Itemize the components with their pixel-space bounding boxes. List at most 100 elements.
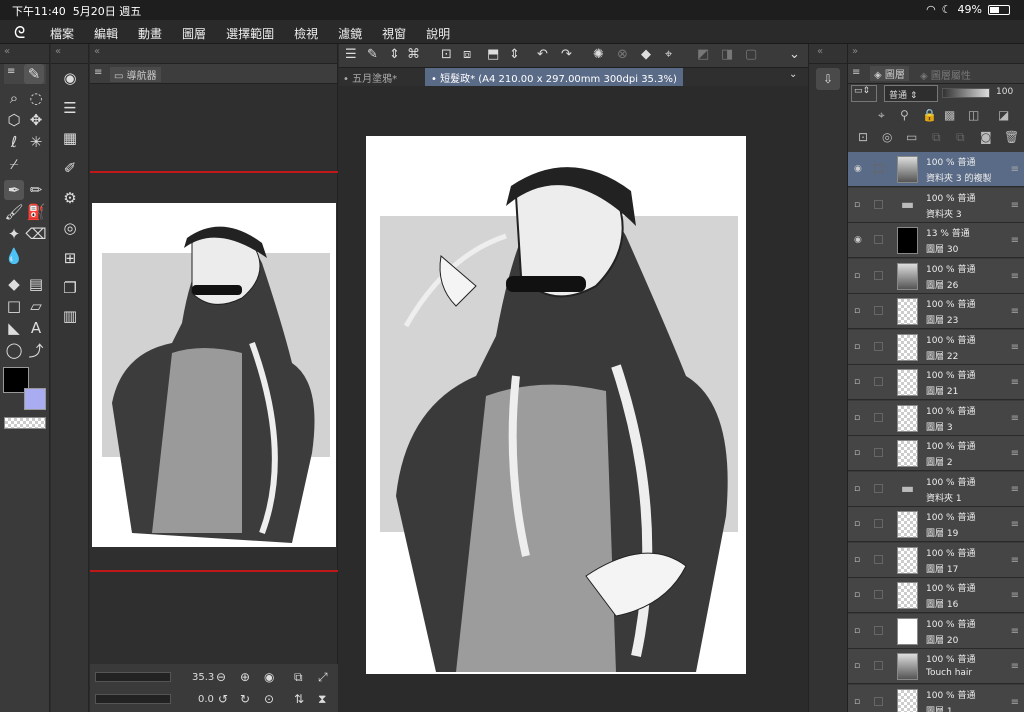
- layer-row[interactable]: ▫ 100 % 普通 圖層 21 ≡: [848, 365, 1024, 400]
- layer-lock-checkbox[interactable]: [874, 696, 883, 706]
- tab-2[interactable]: • 短髮政* (A4 210.00 x 297.00mm 300dpi 35.3…: [425, 68, 683, 86]
- blend-icon[interactable]: 💧: [4, 246, 24, 266]
- hidden-toggle[interactable]: ▫: [854, 626, 865, 637]
- layer-lock-checkbox[interactable]: [874, 412, 883, 422]
- clear-icon[interactable]: ⊗: [617, 47, 628, 62]
- move-tool-icon[interactable]: ✥: [26, 110, 46, 130]
- layer-menu-icon[interactable]: ≡: [1011, 448, 1019, 459]
- hidden-toggle[interactable]: ▫: [854, 555, 865, 566]
- flip-horizontal-icon[interactable]: ⧉: [294, 670, 303, 685]
- loading-icon[interactable]: ✺: [593, 47, 604, 62]
- layer-menu-icon[interactable]: ≡: [1011, 164, 1019, 175]
- hidden-toggle[interactable]: ▫: [854, 271, 865, 282]
- animation-icon[interactable]: ▥: [60, 306, 80, 326]
- navigator-preview[interactable]: [92, 203, 336, 547]
- lasso-tool-icon[interactable]: ℓ: [4, 132, 24, 152]
- hidden-toggle[interactable]: ▫: [854, 590, 865, 601]
- trash-icon[interactable]: 🗑: [1004, 130, 1019, 144]
- tab-1[interactable]: • 五月塗鴉*: [343, 70, 397, 85]
- layer-lock-checkbox[interactable]: [874, 164, 883, 173]
- transparent-color-swatch[interactable]: [4, 417, 46, 429]
- tab-layer[interactable]: ◈ 圖層: [870, 66, 909, 81]
- zoom-slider[interactable]: [95, 672, 171, 682]
- gradient-icon[interactable]: ▤: [26, 274, 46, 294]
- layer-row[interactable]: ▫ 100 % 普通 圖層 2 ≡: [848, 436, 1024, 471]
- layer-lock-checkbox[interactable]: [874, 661, 883, 670]
- lock-layer-icon[interactable]: ⌖: [878, 108, 885, 123]
- flip-vertical-icon[interactable]: ⇅: [294, 692, 304, 706]
- text-tool-icon[interactable]: A: [26, 318, 46, 338]
- brush-icon[interactable]: 🖌: [4, 202, 24, 222]
- zoom-tool-icon[interactable]: ⌕: [4, 88, 24, 108]
- lock-icon[interactable]: 🔒: [922, 108, 937, 122]
- layer-menu-icon[interactable]: ≡: [1011, 590, 1019, 601]
- ruler-icon[interactable]: ◣: [4, 318, 24, 338]
- layer-lock-checkbox[interactable]: [874, 590, 883, 599]
- material-icon[interactable]: ▦: [60, 128, 80, 148]
- layer-menu-icon[interactable]: ≡: [1011, 235, 1019, 246]
- layer-row[interactable]: ◉ 100 % 普通 資料夾 3 的複製 ≡: [848, 152, 1024, 187]
- new-file-icon[interactable]: ✎: [367, 47, 378, 62]
- menu-icon[interactable]: ≡: [852, 67, 860, 78]
- menu-item[interactable]: 檔案: [50, 25, 74, 42]
- flip-icon[interactable]: ⧗: [318, 692, 326, 707]
- open-folder-icon[interactable]: ⧈: [463, 47, 471, 62]
- layer-menu-icon[interactable]: ≡: [1011, 519, 1019, 530]
- reference-icon[interactable]: ⚲: [900, 108, 909, 122]
- layer-menu-icon[interactable]: ≡: [1011, 626, 1019, 637]
- eyedropper-icon[interactable]: ⌿: [4, 154, 24, 174]
- layer-lock-checkbox[interactable]: [874, 341, 883, 351]
- layer-lock-checkbox[interactable]: [874, 625, 883, 635]
- menu-item[interactable]: 說明: [426, 25, 450, 42]
- layer-row[interactable]: ▫ 100 % 普通 圖層 1 ≡: [848, 684, 1024, 712]
- zoom-in-icon[interactable]: ⊕: [240, 670, 250, 684]
- history-icon[interactable]: ❐: [60, 278, 80, 298]
- layer-row[interactable]: ▫ 100 % 普通 圖層 3 ≡: [848, 400, 1024, 436]
- layer-row[interactable]: ▫ 100 % 普通 圖層 20 ≡: [848, 613, 1024, 649]
- menu-item[interactable]: 檢視: [294, 25, 318, 42]
- layer-lock-checkbox[interactable]: [874, 519, 883, 528]
- mask-icon[interactable]: ◫: [968, 108, 979, 122]
- layer-lock-checkbox[interactable]: [874, 199, 883, 209]
- hidden-toggle[interactable]: ▫: [854, 519, 865, 530]
- zoom-out-icon[interactable]: ⊖: [216, 670, 226, 684]
- layer-lock-checkbox[interactable]: [874, 554, 883, 564]
- balloon-icon[interactable]: ◯: [4, 340, 24, 360]
- hamburger-icon[interactable]: ☰: [345, 47, 357, 62]
- grid-icon[interactable]: ◨: [721, 47, 733, 62]
- layer-row[interactable]: ▫ ▬ 100 % 普通 資料夾 1 ≡: [848, 471, 1024, 507]
- layer-row[interactable]: ▫ 100 % 普通 圖層 22 ≡: [848, 329, 1024, 365]
- clip-icon[interactable]: ⌘: [407, 47, 420, 62]
- expand-icon[interactable]: ⤢: [318, 670, 328, 685]
- layer-row[interactable]: ▫ ▬ 100 % 普通 資料夾 3 ≡: [848, 187, 1024, 223]
- layer-menu-icon[interactable]: ≡: [1011, 271, 1019, 282]
- brush-size-icon[interactable]: ◎: [60, 218, 80, 238]
- import-icon[interactable]: ⇩: [816, 68, 840, 90]
- fit-icon[interactable]: ◉: [264, 670, 274, 684]
- layer-menu-icon[interactable]: ≡: [1011, 661, 1019, 672]
- rotate-right-icon[interactable]: ↻: [240, 692, 250, 706]
- tab-layer-property[interactable]: ◈ 圖層屬性: [920, 67, 971, 82]
- layer-row[interactable]: ▫ 100 % 普通 圖層 23 ≡: [848, 294, 1024, 329]
- layer-lock-checkbox[interactable]: [874, 235, 883, 244]
- hidden-toggle[interactable]: ▫: [854, 306, 865, 317]
- drawing-canvas[interactable]: [366, 136, 746, 674]
- rotate-slider[interactable]: [95, 694, 171, 704]
- frame-icon[interactable]: ▱: [26, 296, 46, 316]
- layer-menu-icon[interactable]: ≡: [1011, 413, 1019, 424]
- eraser-icon[interactable]: ⌫: [25, 224, 46, 244]
- updown-icon[interactable]: ⇕: [389, 47, 400, 62]
- hidden-toggle[interactable]: ▫: [854, 697, 865, 708]
- layer-lock-checkbox[interactable]: [874, 448, 883, 457]
- select-tool-icon[interactable]: ⬡: [4, 110, 24, 130]
- eye-icon[interactable]: ◉: [854, 164, 865, 175]
- opacity-value[interactable]: 100: [996, 87, 1013, 97]
- layer-row[interactable]: ▫ 100 % 普通 Touch hair ≡: [848, 649, 1024, 684]
- frame-icon[interactable]: ▢: [745, 47, 757, 62]
- clip-toggle[interactable]: ▭⇕: [851, 85, 877, 102]
- menu-icon[interactable]: ≡: [94, 67, 102, 78]
- layer-lock-checkbox[interactable]: [874, 306, 883, 315]
- collapse-right-icon[interactable]: «: [817, 46, 823, 57]
- rotate-left-icon[interactable]: ↺: [218, 692, 228, 706]
- layer-row[interactable]: ▫ 100 % 普通 圖層 16 ≡: [848, 578, 1024, 613]
